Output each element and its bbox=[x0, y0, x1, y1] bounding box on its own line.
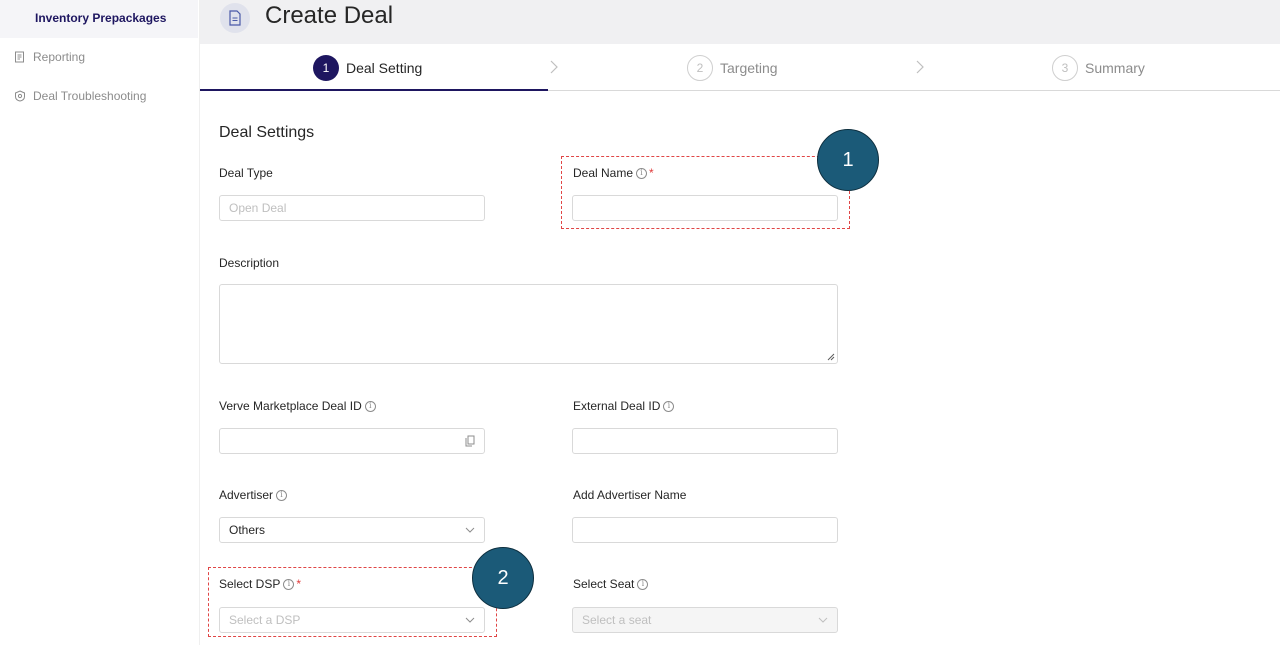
label-text: Advertiser bbox=[219, 488, 274, 502]
description-label: Description bbox=[219, 256, 279, 270]
callout-badge-2: 2 bbox=[472, 547, 534, 609]
info-icon[interactable]: i bbox=[364, 400, 376, 412]
active-step-indicator bbox=[200, 89, 548, 91]
page-title: Create Deal bbox=[265, 2, 394, 29]
page-header: Create Deal bbox=[200, 0, 1280, 44]
copy-icon[interactable] bbox=[465, 435, 475, 447]
callout-badge-1: 1 bbox=[817, 129, 879, 191]
description-textarea[interactable] bbox=[219, 284, 838, 364]
sidebar-item-reporting[interactable]: Reporting bbox=[14, 47, 85, 67]
step-deal-setting[interactable]: 1 Deal Setting bbox=[313, 55, 422, 81]
info-icon[interactable]: i bbox=[663, 400, 675, 412]
info-icon[interactable]: i bbox=[276, 489, 288, 501]
sidebar-item-inventory-prepackages[interactable]: Inventory Prepackages bbox=[0, 0, 198, 38]
chevron-down-icon bbox=[818, 617, 828, 623]
step-label: Summary bbox=[1085, 60, 1145, 76]
step-label: Targeting bbox=[720, 60, 778, 76]
deal-type-label: Deal Type bbox=[219, 166, 273, 180]
label-text: External Deal ID bbox=[573, 399, 661, 413]
external-id-input[interactable] bbox=[572, 428, 838, 454]
label-text: Select Seat bbox=[573, 577, 635, 591]
sidebar-item-deal-troubleshooting[interactable]: Deal Troubleshooting bbox=[14, 86, 146, 106]
advertiser-value: Others bbox=[229, 523, 266, 537]
sidebar-item-label: Deal Troubleshooting bbox=[33, 89, 147, 103]
chevron-down-icon bbox=[465, 527, 475, 533]
marketplace-id-label: Verve Marketplace Deal ID i bbox=[219, 399, 376, 413]
label-text: Verve Marketplace Deal ID bbox=[219, 399, 362, 413]
deal-type-input[interactable]: Open Deal bbox=[219, 195, 485, 221]
section-title: Deal Settings bbox=[219, 124, 315, 141]
step-number: 2 bbox=[687, 55, 713, 81]
label-text: Add Advertiser Name bbox=[573, 488, 687, 502]
step-number: 3 bbox=[1052, 55, 1078, 81]
select-dsp-highlight bbox=[208, 567, 497, 637]
sidebar-item-label: Reporting bbox=[33, 50, 86, 64]
troubleshoot-icon bbox=[15, 90, 25, 102]
advertiser-select[interactable]: Others bbox=[219, 517, 485, 543]
step-label: Deal Setting bbox=[346, 60, 423, 76]
select-seat-dropdown[interactable]: Select a seat bbox=[572, 607, 838, 633]
chevron-right-icon bbox=[550, 60, 558, 74]
document-icon bbox=[220, 3, 250, 33]
chevron-right-icon bbox=[916, 60, 924, 74]
add-advertiser-label: Add Advertiser Name bbox=[573, 488, 686, 502]
deal-name-highlight bbox=[561, 156, 850, 229]
stepper: 1 Deal Setting 2 Targeting 3 Summary bbox=[200, 44, 1280, 91]
step-number: 1 bbox=[313, 55, 339, 81]
marketplace-id-input[interactable] bbox=[219, 428, 485, 454]
deal-type-placeholder: Open Deal bbox=[229, 201, 287, 215]
label-text: Description bbox=[219, 256, 280, 270]
report-icon bbox=[15, 51, 24, 63]
step-targeting[interactable]: 2 Targeting bbox=[687, 55, 778, 81]
advertiser-label: Advertiser i bbox=[219, 488, 288, 502]
info-icon[interactable]: i bbox=[637, 578, 649, 590]
label-text: Deal Type bbox=[219, 166, 273, 180]
add-advertiser-input[interactable] bbox=[572, 517, 838, 543]
sidebar: Inventory Prepackages Reporting Deal Tro… bbox=[0, 0, 200, 645]
step-summary[interactable]: 3 Summary bbox=[1052, 55, 1145, 81]
external-id-label: External Deal ID i bbox=[573, 399, 675, 413]
sidebar-item-label: Inventory Prepackages bbox=[35, 11, 167, 25]
select-seat-label: Select Seat i bbox=[573, 577, 649, 591]
resize-handle-icon[interactable] bbox=[827, 353, 835, 361]
select-seat-placeholder: Select a seat bbox=[582, 613, 652, 627]
